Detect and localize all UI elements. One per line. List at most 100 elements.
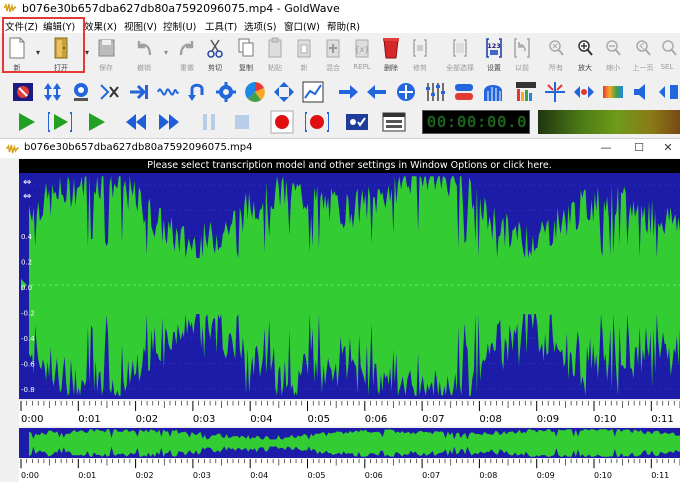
undo-dropdown-arrow-icon[interactable]: ▾	[164, 48, 168, 57]
rewind-icon[interactable]	[124, 110, 148, 134]
previous-selection-button[interactable]: 以前	[509, 36, 535, 74]
y-axis-label: -0.2	[21, 310, 35, 318]
overview-waveform[interactable]	[19, 428, 680, 458]
open-dropdown-arrow-icon[interactable]: ▾	[85, 48, 89, 57]
reverse-icon[interactable]	[186, 81, 208, 103]
menu-control[interactable]: 控制(U)	[163, 19, 196, 33]
time-ruler[interactable]: 0:00 0:01 0:02 0:03 0:04 0:05 0:06 0:07 0:08 0:09…	[19, 401, 680, 426]
shift-left-icon[interactable]	[366, 81, 388, 103]
settings-button[interactable]: 123 设置	[481, 36, 507, 74]
previous-page-icon	[636, 40, 651, 56]
fast-forward-icon[interactable]	[157, 110, 181, 134]
settings-123-icon: 123	[486, 38, 502, 58]
time-tick-label: 0:01	[78, 471, 96, 480]
close-button[interactable]: ✕	[658, 141, 678, 154]
pan-stereo-icon[interactable]	[573, 81, 595, 103]
level-meter	[538, 110, 680, 134]
expand-arrows-icon[interactable]	[273, 81, 295, 103]
menu-window[interactable]: 窗口(W)	[284, 19, 320, 33]
noise-reduction-icon[interactable]	[99, 81, 121, 103]
copy-button[interactable]: 复制	[233, 36, 259, 74]
previous-page-button[interactable]: 上一页	[630, 36, 656, 74]
zoom-selection-icon	[662, 40, 677, 56]
speaker-icon[interactable]	[631, 81, 653, 103]
paste-new-button[interactable]: 新	[291, 36, 317, 74]
minimize-button[interactable]: —	[596, 141, 616, 154]
fade-arrow-icon[interactable]	[128, 81, 150, 103]
select-all-button[interactable]: 全部选择	[446, 36, 474, 74]
document-window: b076e30b657dba627db80a7592096075.mp4 — ☐…	[0, 138, 680, 482]
channel-mixer-icon[interactable]	[453, 81, 475, 103]
y-axis-label: 0.2	[21, 259, 32, 267]
menu-view[interactable]: 视图(V)	[124, 19, 157, 33]
record-selection-icon[interactable]	[305, 110, 329, 134]
volume-updown-icon[interactable]	[41, 81, 63, 103]
gear-effect-icon[interactable]	[215, 81, 237, 103]
redo-button[interactable]: 重做	[174, 36, 200, 74]
mix-button[interactable]: 混合	[320, 36, 346, 74]
play-from-cursor-icon[interactable]	[84, 110, 108, 134]
svg-text:123: 123	[487, 42, 501, 50]
time-tick-label: 0:09	[537, 414, 559, 425]
pause-icon[interactable]	[197, 110, 221, 134]
spectrum-filter-icon[interactable]	[482, 81, 504, 103]
replace-icon: {x}	[355, 39, 369, 58]
previous-selection-icon	[514, 38, 530, 58]
paste-button[interactable]: 粘贴	[262, 36, 288, 74]
time-tick-label: 0:07	[422, 414, 444, 425]
compressor-icon[interactable]	[70, 81, 92, 103]
y-axis-label: -0.4	[21, 335, 35, 343]
save-button[interactable]: 保存	[93, 36, 119, 74]
effects-toolbar	[0, 79, 680, 106]
y-axis-label: -0.8	[21, 386, 35, 394]
time-tick-label: 0:08	[479, 414, 501, 425]
maximize-button[interactable]: ☐	[629, 141, 649, 154]
stop-icon[interactable]	[230, 110, 254, 134]
paste-clipboard-icon	[268, 37, 282, 58]
zoom-out-icon	[606, 40, 621, 56]
cut-button[interactable]: 剪切	[202, 36, 228, 74]
zoom-selection-button[interactable]: SEL	[656, 36, 680, 74]
spectrum-bars-icon[interactable]	[515, 81, 537, 103]
play-selection-icon[interactable]	[48, 110, 72, 134]
menu-effects[interactable]: 效果(X)	[84, 19, 117, 33]
trim-button[interactable]: 修剪	[407, 36, 433, 74]
channel-right-arrow-icon[interactable]: ⇔	[23, 191, 31, 202]
time-tick-label: 0:03	[193, 414, 215, 425]
menu-options[interactable]: 选项(S)	[244, 19, 276, 33]
trim-brackets-icon	[413, 39, 427, 57]
y-axis-label: 0.4	[21, 233, 33, 241]
paste-new-icon	[297, 39, 311, 58]
shift-right-icon[interactable]	[337, 81, 359, 103]
rainbow-icon[interactable]	[602, 81, 624, 103]
time-tick-label: 0:04	[250, 414, 272, 425]
color-wheel-icon[interactable]	[244, 81, 266, 103]
waveform-view[interactable]: ⇔ ⇔ 0.4 0.2 0.0 -0.2 -0.4 -0.6 -0.8	[19, 173, 680, 399]
zoom-out-button[interactable]: 缩小	[600, 36, 626, 74]
menu-tools[interactable]: 工具(T)	[205, 19, 237, 33]
visual-window-icon[interactable]	[382, 110, 406, 134]
transcription-banner[interactable]: Please select transcription model and ot…	[19, 159, 680, 173]
time-tick-label: 0:08	[479, 471, 497, 480]
control-properties-icon[interactable]	[345, 110, 369, 134]
pitch-icon[interactable]	[395, 81, 417, 103]
envelope-graph-icon[interactable]	[302, 81, 324, 103]
stop-effect-icon[interactable]	[12, 81, 34, 103]
time-tick-label: 0:02	[136, 414, 158, 425]
document-titlebar: b076e30b657dba627db80a7592096075.mp4 — ☐…	[0, 139, 680, 158]
record-icon[interactable]	[270, 110, 294, 134]
menu-help[interactable]: 帮助(R)	[327, 19, 360, 33]
play-icon[interactable]	[14, 110, 38, 134]
equalizer-icon[interactable]	[424, 81, 446, 103]
overview-time-ruler[interactable]: 0:00 0:01 0:02 0:03 0:04 0:05 0:06 0:07 0:08 0:09…	[19, 459, 680, 482]
undo-button[interactable]: 撤销	[131, 36, 157, 74]
split-channel-icon[interactable]	[544, 81, 566, 103]
channel-left-arrow-icon[interactable]: ⇔	[23, 177, 31, 188]
delete-button[interactable]: 删除	[378, 36, 404, 74]
undo-arrow-icon	[137, 41, 152, 56]
replace-button[interactable]: {x} REPL	[349, 36, 375, 74]
zoom-in-button[interactable]: 放大	[572, 36, 598, 74]
waveform-effect-icon[interactable]	[157, 81, 179, 103]
stereo-expand-icon[interactable]	[658, 81, 680, 103]
zoom-all-button[interactable]: 所有	[543, 36, 569, 74]
